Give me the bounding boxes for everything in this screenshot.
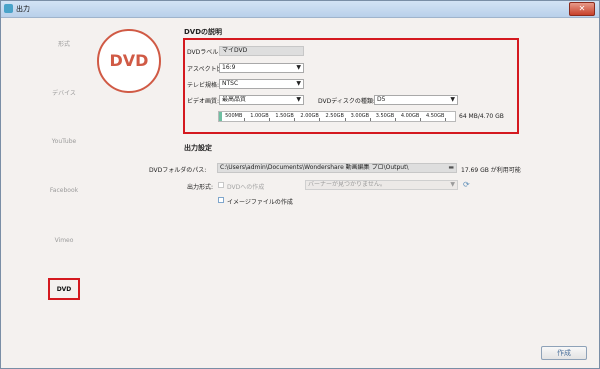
folder-icon[interactable]: ▬ bbox=[448, 164, 454, 172]
aspect-ratio-value: 16:9 bbox=[222, 64, 236, 71]
capacity-tick-label: 1.00GB bbox=[250, 113, 269, 119]
capacity-tick-mark bbox=[269, 118, 271, 121]
capacity-tick-mark bbox=[244, 118, 246, 121]
output-section-title: 出力設定 bbox=[184, 144, 212, 152]
video-quality-select[interactable]: 最高品質 ▼ bbox=[219, 95, 304, 105]
burn-dvd-checkbox[interactable] bbox=[218, 182, 224, 188]
capacity-tick-label: 500MB bbox=[225, 113, 243, 119]
disc-type-value: D5 bbox=[377, 96, 386, 103]
capacity-tick-label: 3.00GB bbox=[350, 113, 370, 119]
disc-type-label: DVDディスクの種類: bbox=[318, 98, 375, 105]
dropdown-arrow-icon: ▼ bbox=[296, 96, 301, 103]
refresh-icon[interactable]: ⟳ bbox=[463, 180, 470, 189]
dvd-label-input[interactable]: マイDVD bbox=[219, 46, 304, 56]
dvd-section-title: DVDの説明 bbox=[184, 28, 223, 36]
free-space-text: 17.69 GB が利用可能 bbox=[461, 167, 521, 174]
video-quality-value: 最高品質 bbox=[222, 96, 247, 103]
capacity-tick-label: 4.50GB bbox=[425, 113, 445, 119]
sidebar-item-device[interactable]: デバイス bbox=[41, 88, 87, 97]
dropdown-arrow-icon: ▼ bbox=[296, 64, 301, 71]
sidebar-item-youtube[interactable]: YouTube bbox=[41, 138, 87, 145]
tv-standard-select[interactable]: NTSC ▼ bbox=[219, 79, 304, 89]
app-icon bbox=[4, 4, 13, 13]
folder-path-value: C:\Users\admin\Documents\Wondershare 動画編… bbox=[220, 164, 409, 171]
capacity-tick-label: 1.50GB bbox=[275, 113, 294, 119]
capacity-tick-label: 4.00GB bbox=[400, 113, 420, 119]
sidebar-item-format[interactable]: 形式 bbox=[41, 39, 87, 48]
capacity-tick-label: 2.00GB bbox=[300, 113, 319, 119]
tv-standard-label: テレビ規格: bbox=[187, 82, 220, 89]
sidebar-selection-highlight bbox=[48, 278, 80, 300]
disc-type-select[interactable]: D5 ▼ bbox=[374, 95, 458, 105]
output-window: 出力 ✕ 形式 デバイス YouTube Facebook Vimeo DVD … bbox=[0, 0, 600, 369]
capacity-tick-mark bbox=[444, 118, 446, 121]
capacity-tick-mark bbox=[344, 118, 346, 121]
burn-dvd-label: DVDへの作成 bbox=[227, 184, 265, 191]
capacity-text: 64 MB/4.70 GB bbox=[459, 113, 504, 120]
capacity-tick-mark bbox=[394, 118, 396, 121]
capacity-tick-label: 2.50GB bbox=[325, 113, 344, 119]
dvd-label-label: DVDラベル: bbox=[187, 49, 221, 56]
create-iso-label: イメージファイルの作成 bbox=[227, 199, 293, 206]
tv-standard-value: NTSC bbox=[222, 80, 239, 87]
dropdown-arrow-icon: ▼ bbox=[450, 181, 455, 188]
close-button[interactable]: ✕ bbox=[569, 2, 595, 16]
capacity-tick-label: 3.50GB bbox=[375, 113, 395, 119]
dvd-logo-icon: DVD bbox=[97, 29, 161, 93]
create-button[interactable]: 作成 bbox=[541, 346, 587, 360]
capacity-tick-mark bbox=[369, 118, 371, 121]
burner-value: バーナーが見つかりません。 bbox=[308, 181, 386, 188]
create-iso-checkbox[interactable] bbox=[218, 197, 224, 203]
aspect-ratio-select[interactable]: 16:9 ▼ bbox=[219, 63, 304, 73]
folder-path-input[interactable]: C:\Users\admin\Documents\Wondershare 動画編… bbox=[217, 163, 457, 173]
folder-path-label: DVDフォルダのパス: bbox=[149, 167, 207, 174]
dropdown-arrow-icon: ▼ bbox=[450, 96, 455, 103]
capacity-tick-mark bbox=[419, 118, 421, 121]
capacity-fill bbox=[219, 112, 223, 121]
sidebar-item-facebook[interactable]: Facebook bbox=[41, 187, 87, 194]
sidebar-item-vimeo[interactable]: Vimeo bbox=[41, 237, 87, 244]
dvd-logo-text: DVD bbox=[109, 51, 149, 70]
burner-select[interactable]: バーナーが見つかりません。 ▼ bbox=[305, 180, 458, 190]
capacity-tick-mark bbox=[319, 118, 321, 121]
output-format-label: 出力形式: bbox=[187, 184, 214, 191]
dropdown-arrow-icon: ▼ bbox=[296, 80, 301, 87]
window-title: 出力 bbox=[16, 5, 30, 13]
capacity-tick-mark bbox=[294, 118, 296, 121]
title-bar: 出力 ✕ bbox=[1, 1, 599, 18]
video-quality-label: ビデオ画質: bbox=[187, 98, 220, 105]
disc-capacity-bar: 500MB 1.00GB 1.50GB 2.00GB 2.50GB 3.00GB 3.50G… bbox=[218, 111, 456, 122]
